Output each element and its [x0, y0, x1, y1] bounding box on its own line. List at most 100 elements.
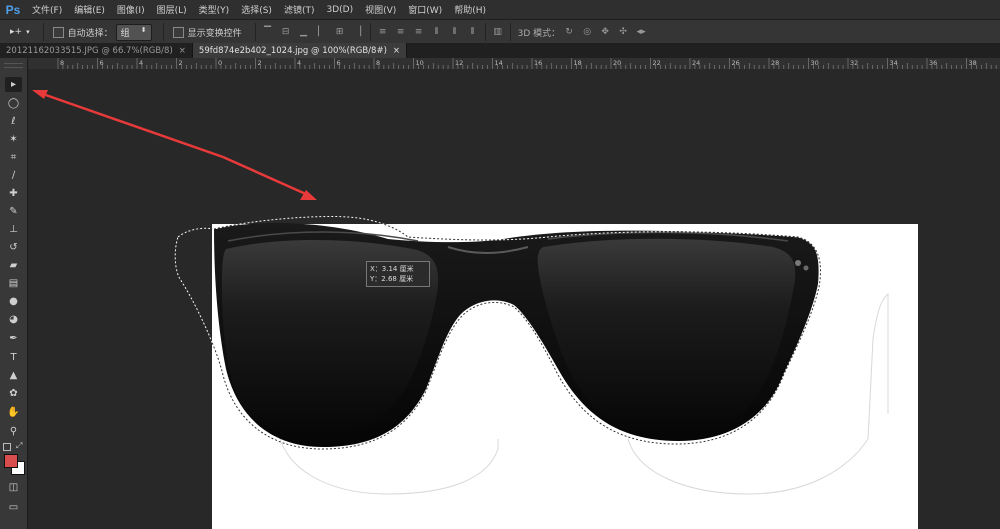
ruler-label: 22 [653, 59, 661, 67]
menu-edit[interactable]: 编辑(E) [68, 3, 111, 16]
slide-3d-icon[interactable]: ✣ [617, 26, 629, 38]
align-hcenter-icon[interactable]: ⊞ [334, 26, 346, 38]
menu-view[interactable]: 视图(V) [359, 3, 402, 16]
auto-select-dropdown[interactable]: 组 ⬍ [115, 23, 152, 41]
tools-panel: ▸ ◯ ℓ ✶ ⌗ ∕ ✚ ✎ ⊥ ↺ ▰ ▤ ● ◕ ✒ T ▲ ✿ ✋ ⚲ … [0, 58, 28, 529]
ruler-label: 8 [60, 59, 64, 67]
quick-mask-icon[interactable]: ◫ [5, 480, 22, 495]
gradient-tool-icon[interactable]: ▤ [5, 276, 22, 291]
eraser-tool-icon[interactable]: ▰ [5, 258, 22, 273]
menu-layer[interactable]: 图层(L) [151, 3, 193, 16]
ruler-label: 4 [139, 59, 143, 67]
menu-type[interactable]: 类型(Y) [193, 3, 236, 16]
tooltip-x: X：3.14 厘米 [370, 265, 414, 273]
hand-tool-icon[interactable]: ✋ [5, 405, 22, 420]
checkbox-box [172, 26, 184, 38]
pen-tool-icon[interactable]: ✒ [5, 331, 22, 346]
distribute-left-icon[interactable]: ⦀ [431, 26, 443, 38]
brush-tool-icon[interactable]: ✎ [5, 204, 22, 219]
hinge-rivet [795, 260, 801, 266]
drag-3d-icon[interactable]: ✥ [599, 26, 611, 38]
dodge-tool-icon[interactable]: ◕ [5, 312, 22, 327]
default-colors-icon[interactable] [3, 443, 11, 451]
marquee-tool-icon[interactable]: ◯ [5, 96, 22, 111]
distribute-hcenter-icon[interactable]: ⦀ [449, 26, 461, 38]
distribute-right-icon[interactable]: ⦀ [467, 26, 479, 38]
distribute-top-icon[interactable]: ≡ [377, 26, 389, 38]
type-tool-icon[interactable]: T [5, 350, 22, 365]
roll-3d-icon[interactable]: ◎ [581, 26, 593, 38]
chevron-updown-icon: ⬍ [140, 25, 147, 34]
foreground-color-swatch[interactable] [4, 454, 18, 468]
align-vcenter-icon[interactable]: ⊟ [280, 26, 292, 38]
clone-stamp-tool-icon[interactable]: ⊥ [5, 222, 22, 237]
menu-help[interactable]: 帮助(H) [448, 3, 492, 16]
tooltip-y: Y：2.68 厘米 [370, 275, 414, 283]
scale-3d-icon[interactable]: ◂▸ [635, 26, 647, 38]
rotate-3d-icon[interactable]: ↻ [563, 26, 575, 38]
tab-document-2[interactable]: 59fd874e2b402_1024.jpg @ 100%(RGB/8#) × [192, 43, 408, 58]
menu-file[interactable]: 文件(F) [26, 3, 68, 16]
tab-document-1[interactable]: 20121162033515.JPG @ 66.7%(RGB/8) × [0, 43, 193, 58]
document-tabs: 20121162033515.JPG @ 66.7%(RGB/8) × 59fd… [0, 43, 1000, 58]
align-left-icon[interactable]: ▏ [316, 26, 328, 38]
align-right-icon[interactable]: ▕ [352, 26, 364, 38]
move-tool-icon[interactable]: ▸ [5, 77, 22, 92]
distribute-vcenter-icon[interactable]: ≡ [395, 26, 407, 38]
divider [369, 23, 371, 41]
align-bottom-icon[interactable]: ▁ [298, 26, 310, 38]
tab-label: 59fd874e2b402_1024.jpg @ 100%(RGB/8#) [198, 45, 387, 56]
align-top-icon[interactable]: ▔ [262, 26, 274, 38]
menu-filter[interactable]: 滤镜(T) [278, 3, 321, 16]
close-icon[interactable]: × [179, 46, 186, 56]
shape-tool-icon[interactable]: ✿ [5, 386, 22, 401]
ruler-label: 32 [850, 59, 858, 67]
auto-select-label: 自动选择： [67, 28, 113, 39]
eyedropper-tool-icon[interactable]: ∕ [5, 168, 22, 183]
close-icon[interactable]: × [393, 46, 400, 56]
ruler-label: 38 [969, 59, 977, 67]
options-bar: ▸+ ▾ 自动选择： 组 ⬍ 显示变换控件 ▔ ⊟ ▁ ▏ ⊞ ▕ ≡ ≡ ≡ … [0, 19, 1000, 44]
ruler-label: 10 [416, 59, 424, 67]
ruler-label: 30 [811, 59, 819, 67]
divider [162, 23, 164, 41]
history-brush-tool-icon[interactable]: ↺ [5, 240, 22, 255]
auto-select-checkbox[interactable]: 自动选择： [52, 26, 113, 39]
crop-tool-icon[interactable]: ⌗ [5, 150, 22, 165]
distribute-bottom-icon[interactable]: ≡ [413, 26, 425, 38]
menu-select[interactable]: 选择(S) [235, 3, 278, 16]
hinge-rivet [803, 265, 809, 271]
ruler-label: 12 [455, 59, 463, 67]
menu-3d[interactable]: 3D(D) [320, 5, 359, 15]
menu-image[interactable]: 图像(I) [111, 3, 151, 16]
checkbox-box [52, 26, 64, 38]
ruler-label: 28 [771, 59, 779, 67]
canvas-svg [32, 90, 918, 529]
divider [484, 23, 486, 41]
path-selection-tool-icon[interactable]: ▲ [5, 368, 22, 383]
menu-bar: Ps 文件(F) 编辑(E) 图像(I) 图层(L) 类型(Y) 选择(S) 滤… [0, 0, 1000, 19]
auto-select-value: 组 [120, 28, 130, 39]
annotation-arrow [32, 90, 317, 200]
ruler-label: 4 [297, 59, 301, 67]
blur-tool-icon[interactable]: ● [5, 294, 22, 309]
spot-healing-tool-icon[interactable]: ✚ [5, 186, 22, 201]
ruler-label: 34 [890, 59, 898, 67]
mode-3d-label: 3D 模式： [517, 28, 561, 39]
lasso-tool-icon[interactable]: ℓ [5, 114, 22, 129]
canvas-area[interactable]: X：3.14 厘米 Y：2.68 厘米 [28, 69, 1000, 529]
ruler-label: 36 [929, 59, 937, 67]
screen-mode-icon[interactable]: ▭ [5, 500, 22, 515]
ruler-label: 16 [534, 59, 542, 67]
divider [42, 23, 44, 41]
move-tool-preset[interactable]: ▸+ ▾ [10, 27, 30, 37]
menu-window[interactable]: 窗口(W) [402, 3, 448, 16]
tab-label: 20121162033515.JPG @ 66.7%(RGB/8) [6, 45, 173, 56]
panel-grip [4, 63, 23, 68]
magic-wand-tool-icon[interactable]: ✶ [5, 132, 22, 147]
show-transform-checkbox[interactable]: 显示变换控件 [172, 26, 242, 39]
swap-colors-icon[interactable]: ⤢ [16, 441, 22, 451]
show-transform-label: 显示变换控件 [187, 28, 242, 39]
zoom-tool-icon[interactable]: ⚲ [5, 424, 22, 439]
auto-align-icon[interactable]: ▥ [492, 26, 504, 38]
